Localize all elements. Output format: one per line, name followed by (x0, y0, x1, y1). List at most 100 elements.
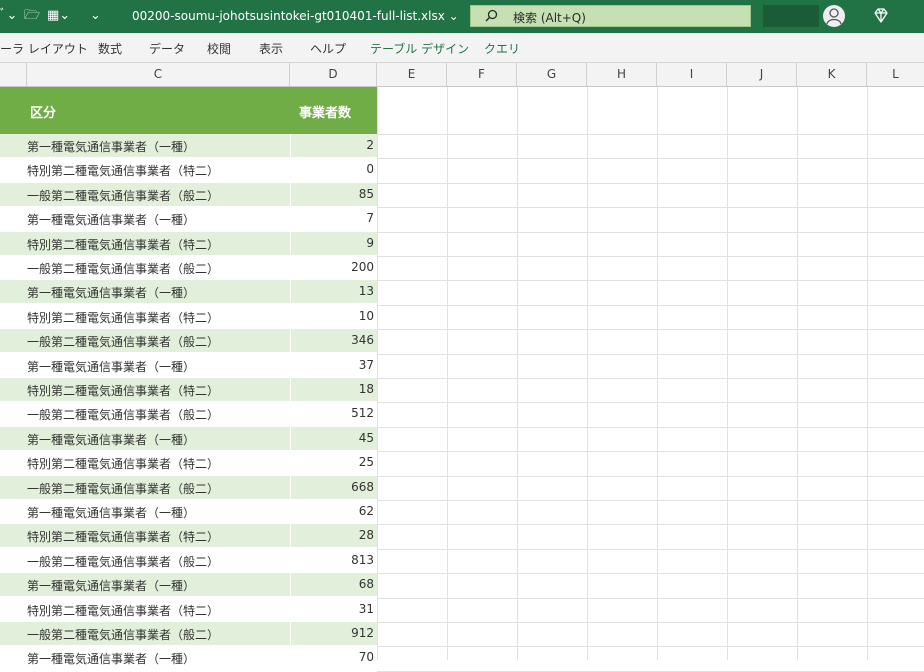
cell-category[interactable]: 一般第二種電気通信事業者（般二） (27, 187, 219, 204)
column-header-e[interactable]: E (377, 63, 447, 86)
cell-operator-count[interactable]: 0 (366, 162, 374, 176)
cell-operator-count[interactable]: 70 (359, 650, 374, 664)
cell-category[interactable]: 第一種電気通信事業者（一種） (27, 284, 195, 301)
cell-operator-count[interactable]: 10 (359, 309, 374, 323)
cell-operator-count[interactable]: 62 (359, 504, 374, 518)
cell-category[interactable]: 第一種電気通信事業者（一種） (27, 211, 195, 228)
cell-operator-count[interactable]: 9 (366, 236, 374, 250)
table-row[interactable]: 一般第二種電気通信事業者（般二） 912 (0, 622, 377, 646)
table-row[interactable]: 第一種電気通信事業者（一種） 7 (0, 207, 377, 231)
cell-category[interactable]: 第一種電気通信事業者（一種） (27, 504, 195, 521)
column-header-c[interactable]: C (27, 63, 290, 86)
cell-operator-count[interactable]: 200 (351, 260, 374, 274)
cell-category[interactable]: 一般第二種電気通信事業者（般二） (27, 333, 219, 350)
customize-toolbar-icon[interactable]: ⌄ (90, 8, 101, 24)
column-header-h[interactable]: H (587, 63, 657, 86)
table-row[interactable]: 第一種電気通信事業者（一種） 37 (0, 354, 377, 378)
cell-category[interactable]: 第一種電気通信事業者（一種） (27, 358, 195, 375)
cell-category[interactable]: 特別第二種電気通信事業者（特二） (27, 382, 219, 399)
table-row[interactable]: 一般第二種電気通信事業者（般二） 668 (0, 476, 377, 500)
cell-operator-count[interactable]: 512 (351, 406, 374, 420)
cell-operator-count[interactable]: 7 (366, 211, 374, 225)
cell-operator-count[interactable]: 2 (366, 138, 374, 152)
table-row[interactable]: 一般第二種電気通信事業者（般二） 200 (0, 256, 377, 280)
premium-diamond-icon[interactable] (872, 7, 890, 25)
table-row[interactable]: 一般第二種電気通信事業者（般二） 813 (0, 549, 377, 573)
cell-category[interactable]: 特別第二種電気通信事業者（特二） (27, 309, 219, 326)
column-header-k[interactable]: K (797, 63, 867, 86)
cell-category[interactable]: 特別第二種電気通信事業者（特二） (27, 528, 219, 545)
cell-category[interactable]: 特別第二種電気通信事業者（特二） (27, 602, 219, 619)
gridline-horizontal (377, 134, 924, 135)
tab-page-layout[interactable]: ーラ レイアウト (0, 40, 88, 57)
form-icon[interactable]: ▦⌄ (47, 8, 70, 24)
tab-table-design[interactable]: テーブル デザイン (370, 40, 469, 57)
cell-category[interactable]: 特別第二種電気通信事業者（特二） (27, 455, 219, 472)
tab-help[interactable]: ヘルプ (310, 40, 346, 57)
header-category[interactable]: 区分 (30, 102, 56, 121)
cell-operator-count[interactable]: 25 (359, 455, 374, 469)
table-row[interactable]: 一般第二種電気通信事業者（般二） 85 (0, 183, 377, 207)
cell-category[interactable]: 第一種電気通信事業者（一種） (27, 577, 195, 594)
tab-review[interactable]: 校閲 (207, 40, 231, 57)
cell-operator-count[interactable]: 28 (359, 528, 374, 542)
cell-operator-count[interactable]: 18 (359, 382, 374, 396)
cell-operator-count[interactable]: 346 (351, 333, 374, 347)
table-row[interactable]: 一般第二種電気通信事業者（般二） 512 (0, 402, 377, 426)
column-header-g[interactable]: G (517, 63, 587, 86)
cell-operator-count[interactable]: 912 (351, 626, 374, 640)
table-row[interactable]: 第一種電気通信事業者（一種） 13 (0, 280, 377, 304)
cell-category[interactable]: 第一種電気通信事業者（一種） (27, 138, 195, 155)
table-row[interactable]: 特別第二種電気通信事業者（特二） 9 (0, 232, 377, 256)
column-header-l[interactable]: L (867, 63, 924, 86)
search-box[interactable]: 検索 (Alt+Q) (470, 5, 751, 27)
tab-query[interactable]: クエリ (484, 40, 520, 57)
cell-category[interactable]: 第一種電気通信事業者（一種） (27, 650, 195, 667)
tab-view[interactable]: 表示 (259, 40, 283, 57)
table-row[interactable]: 特別第二種電気通信事業者（特二） 0 (0, 158, 377, 182)
cell-operator-count[interactable]: 37 (359, 358, 374, 372)
redo-dropdown-icon[interactable]: ﾞ⌄ (0, 8, 17, 24)
table-row[interactable]: 特別第二種電気通信事業者（特二） 31 (0, 598, 377, 622)
column-header-b[interactable] (0, 63, 27, 86)
cell-category[interactable]: 一般第二種電気通信事業者（般二） (27, 626, 219, 643)
ribbon-tabs: ーラ レイアウト 数式 データ 校閲 表示 ヘルプ テーブル デザイン クエリ (0, 33, 924, 63)
header-operator-count[interactable]: 事業者数 (299, 102, 351, 121)
table-row[interactable]: 特別第二種電気通信事業者（特二） 28 (0, 524, 377, 548)
open-folder-icon[interactable]: 🗁 (24, 8, 40, 24)
column-header-i[interactable]: I (657, 63, 727, 86)
table-row[interactable]: 特別第二種電気通信事業者（特二） 18 (0, 378, 377, 402)
cell-category[interactable]: 特別第二種電気通信事業者（特二） (27, 236, 219, 253)
column-header-j[interactable]: J (727, 63, 797, 86)
tab-data[interactable]: データ (149, 40, 185, 57)
file-name[interactable]: 00200-soumu-johotsusintokei-gt010401-ful… (132, 9, 459, 23)
cell-category[interactable]: 特別第二種電気通信事業者（特二） (27, 162, 219, 179)
table-header-row[interactable]: 区分 事業者数 (0, 87, 377, 134)
table-row[interactable]: 特別第二種電気通信事業者（特二） 25 (0, 451, 377, 475)
table-row[interactable]: 第一種電気通信事業者（一種） 2 (0, 134, 377, 158)
account-name-area[interactable] (763, 5, 819, 27)
cell-operator-count[interactable]: 668 (351, 480, 374, 494)
cell-category[interactable]: 一般第二種電気通信事業者（般二） (27, 480, 219, 497)
cell-category[interactable]: 第一種電気通信事業者（一種） (27, 431, 195, 448)
table-row[interactable]: 第一種電気通信事業者（一種） 70 (0, 646, 377, 670)
table-row[interactable]: 第一種電気通信事業者（一種） 68 (0, 573, 377, 597)
cell-operator-count[interactable]: 45 (359, 431, 374, 445)
cell-operator-count[interactable]: 85 (359, 187, 374, 201)
cell-operator-count[interactable]: 813 (351, 553, 374, 567)
cell-operator-count[interactable]: 13 (359, 284, 374, 298)
avatar[interactable] (823, 5, 845, 27)
column-header-f[interactable]: F (447, 63, 517, 86)
column-header-d[interactable]: D (290, 63, 377, 86)
cell-category[interactable]: 一般第二種電気通信事業者（般二） (27, 553, 219, 570)
table-row[interactable]: 一般第二種電気通信事業者（般二） 346 (0, 329, 377, 353)
table-row[interactable]: 第一種電気通信事業者（一種） 45 (0, 427, 377, 451)
cell-operator-count[interactable]: 31 (359, 602, 374, 616)
worksheet-grid[interactable]: 区分 事業者数 第一種電気通信事業者（一種） 2 特別第二種電気通信事業者（特二） 0… (0, 87, 924, 672)
cell-category[interactable]: 一般第二種電気通信事業者（般二） (27, 406, 219, 423)
cell-category[interactable]: 一般第二種電気通信事業者（般二） (27, 260, 219, 277)
table-row[interactable]: 第一種電気通信事業者（一種） 62 (0, 500, 377, 524)
tab-formulas[interactable]: 数式 (98, 40, 122, 57)
cell-operator-count[interactable]: 68 (359, 577, 374, 591)
table-row[interactable]: 特別第二種電気通信事業者（特二） 10 (0, 305, 377, 329)
